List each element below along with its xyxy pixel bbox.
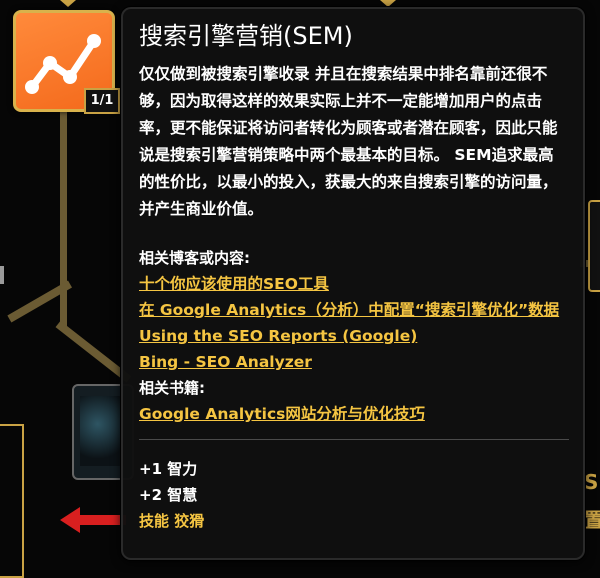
related-link[interactable]: Bing - SEO Analyzer bbox=[139, 349, 569, 375]
side-label: 置 bbox=[584, 508, 600, 532]
related-link[interactable]: 十个你应该使用的SEO工具 bbox=[139, 271, 569, 297]
tooltip-description: 仅仅做到被搜索引擎收录 并且在搜索结果中排名靠前还很不够，因为取得这样的效果实际… bbox=[139, 65, 558, 218]
skill-tree-canvas: 1/1 S 置 搜索引擎营销(SEM) 仅仅做到被搜索引擎收录 并且在搜索结果中… bbox=[0, 0, 600, 578]
skill-level-badge: 1/1 bbox=[84, 88, 120, 114]
related-link[interactable]: Using the SEO Reports (Google) bbox=[139, 323, 569, 349]
scroll-marker bbox=[0, 266, 4, 284]
skill-tag: 技能 狡猾 bbox=[139, 512, 205, 530]
panel-frame bbox=[0, 424, 24, 578]
related-label: 相关博客或内容: bbox=[139, 249, 250, 267]
skill-node[interactable] bbox=[588, 200, 600, 292]
skill-node-image bbox=[80, 396, 124, 466]
side-label: S bbox=[584, 470, 599, 494]
tooltip-divider bbox=[139, 439, 569, 440]
tree-connector bbox=[55, 320, 132, 383]
stat-bonus: +1 智力 bbox=[139, 460, 198, 478]
tree-connector bbox=[60, 110, 67, 330]
stat-bonus: +2 智慧 bbox=[139, 486, 198, 504]
book-link[interactable]: Google Analytics网站分析与优化技巧 bbox=[139, 401, 569, 427]
books-label: 相关书籍: bbox=[139, 379, 205, 397]
connector-notch bbox=[60, 0, 76, 7]
skill-tooltip: 搜索引擎营销(SEM) 仅仅做到被搜索引擎收录 并且在搜索结果中排名靠前还很不够… bbox=[121, 7, 585, 560]
connector-notch bbox=[380, 0, 396, 7]
tooltip-title: 搜索引擎营销(SEM) bbox=[139, 22, 353, 50]
related-link[interactable]: 在 Google Analytics（分析）中配置“搜索引擎优化”数据 bbox=[139, 297, 569, 323]
back-arrow-icon[interactable] bbox=[60, 505, 130, 535]
